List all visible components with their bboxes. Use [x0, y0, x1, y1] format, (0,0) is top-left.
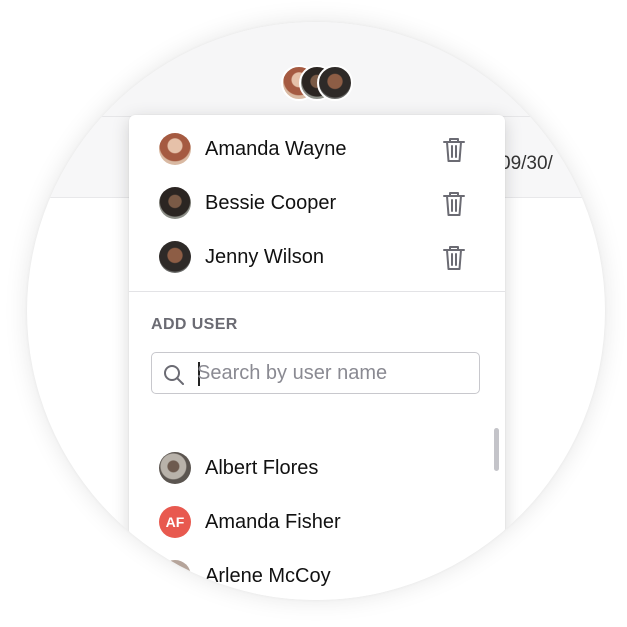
- zoom-circle: 09/30/ Amanda Wayne Bessie Cooper Jenny …: [27, 22, 605, 600]
- avatar: [159, 133, 191, 165]
- search-icon: [162, 363, 186, 387]
- member-row: Amanda Wayne: [159, 133, 479, 167]
- member-name: Amanda Wayne: [205, 138, 347, 160]
- member-name: Bessie Cooper: [205, 192, 337, 214]
- assignee-dropdown: Amanda Wayne Bessie Cooper Jenny Wilson: [129, 115, 505, 600]
- user-search-field[interactable]: [151, 352, 480, 394]
- avatar: [317, 65, 353, 101]
- suggestion-row[interactable]: Arlene McCoy: [159, 560, 479, 594]
- suggestion-row[interactable]: AF Amanda Fisher: [159, 506, 479, 540]
- add-user-label: ADD USER: [151, 316, 238, 333]
- search-input[interactable]: [197, 359, 467, 387]
- trash-icon[interactable]: [441, 244, 467, 272]
- avatar: [159, 187, 191, 219]
- suggestion-row[interactable]: Albert Flores: [159, 452, 479, 486]
- avatar: [159, 452, 191, 484]
- trash-icon[interactable]: [441, 190, 467, 218]
- divider: [129, 291, 505, 292]
- scrollbar-thumb[interactable]: [494, 428, 499, 471]
- suggestion-name: Albert Flores: [205, 457, 319, 479]
- member-row: Jenny Wilson: [159, 241, 479, 275]
- member-row: Bessie Cooper: [159, 187, 479, 221]
- avatar: [159, 560, 191, 592]
- trash-icon[interactable]: [441, 136, 467, 164]
- member-name: Jenny Wilson: [205, 246, 324, 268]
- suggestion-name: Amanda Fisher: [205, 511, 341, 533]
- avatar-initials: AF: [159, 506, 191, 538]
- avatar: [159, 241, 191, 273]
- suggestion-name: Arlene McCoy: [205, 565, 331, 587]
- date-cell: 09/30/: [500, 153, 553, 174]
